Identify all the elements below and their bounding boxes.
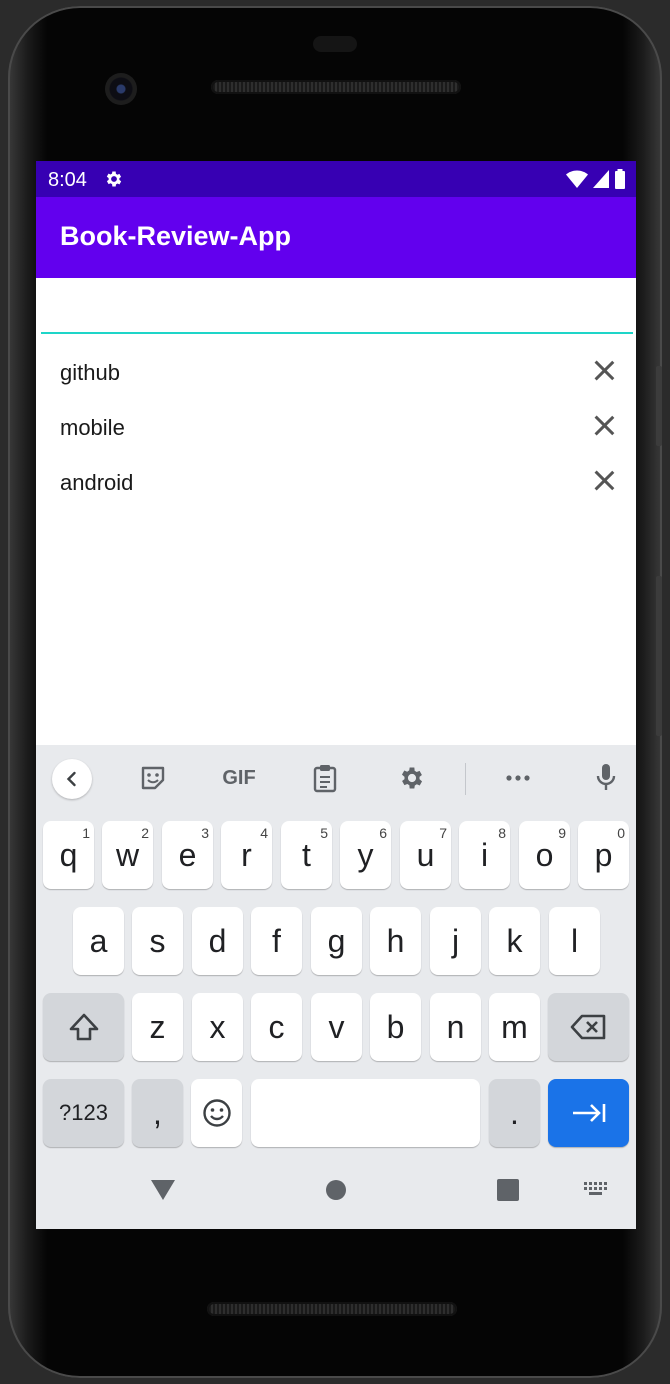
- key-x[interactable]: x: [192, 993, 243, 1061]
- key-b[interactable]: b: [370, 993, 421, 1061]
- symbols-key[interactable]: ?123: [43, 1079, 124, 1147]
- chevron-left-icon[interactable]: [52, 759, 92, 799]
- period-key[interactable]: .: [489, 1079, 540, 1147]
- recents-square-icon[interactable]: [497, 1179, 519, 1201]
- key-n[interactable]: n: [430, 993, 481, 1061]
- bottom-speaker: [207, 1302, 457, 1316]
- space-bar[interactable]: [251, 1079, 480, 1147]
- key-l[interactable]: l: [549, 907, 600, 975]
- back-triangle-icon[interactable]: [150, 1179, 176, 1201]
- status-time: 8:04: [48, 169, 87, 191]
- smiley-icon: [202, 1099, 231, 1127]
- soft-keyboard: GIF 1q 2w 3e 4r 5t 6y 7u 8i 9o 0p a s d …: [36, 745, 636, 1229]
- status-bar: 8:04: [36, 161, 636, 197]
- sticker-icon[interactable]: [136, 761, 170, 795]
- key-o[interactable]: 9o: [519, 821, 570, 889]
- key-y[interactable]: 6y: [340, 821, 391, 889]
- key-h[interactable]: h: [370, 907, 421, 975]
- wifi-icon: [566, 170, 588, 188]
- keyboard-toolbar: GIF: [36, 745, 636, 811]
- top-sensor: [313, 36, 357, 52]
- search-history-list: github mobile android: [36, 345, 636, 510]
- microphone-icon[interactable]: [591, 761, 621, 795]
- key-s[interactable]: s: [132, 907, 183, 975]
- device-screen: 8:04 Book-Review-App github mobile andro…: [36, 161, 636, 1229]
- history-item-mobile[interactable]: mobile: [36, 400, 636, 455]
- delete-close-icon[interactable]: [594, 360, 614, 380]
- history-item-label: android: [60, 470, 134, 495]
- power-button: [656, 576, 662, 736]
- more-options-icon[interactable]: [501, 761, 535, 795]
- backspace-icon: [570, 1014, 605, 1040]
- system-nav-bar: [36, 1159, 636, 1229]
- shift-key[interactable]: [43, 993, 124, 1061]
- key-c[interactable]: c: [251, 993, 302, 1061]
- backspace-key[interactable]: [548, 993, 629, 1061]
- search-input[interactable]: [41, 278, 633, 334]
- key-p[interactable]: 0p: [578, 821, 629, 889]
- key-w[interactable]: 2w: [102, 821, 153, 889]
- key-d[interactable]: d: [192, 907, 243, 975]
- next-action-key[interactable]: [548, 1079, 629, 1147]
- history-item-label: mobile: [60, 415, 125, 440]
- front-camera: [105, 73, 137, 105]
- history-item-label: github: [60, 360, 120, 385]
- toolbar-divider: [465, 763, 466, 795]
- key-k[interactable]: k: [489, 907, 540, 975]
- cell-signal-icon: [593, 170, 609, 188]
- key-z[interactable]: z: [132, 993, 183, 1061]
- key-q[interactable]: 1q: [43, 821, 94, 889]
- key-a[interactable]: a: [73, 907, 124, 975]
- key-e[interactable]: 3e: [162, 821, 213, 889]
- home-circle-icon[interactable]: [325, 1179, 347, 1201]
- settings-gear-icon: [106, 171, 122, 187]
- key-j[interactable]: j: [430, 907, 481, 975]
- key-r[interactable]: 4r: [221, 821, 272, 889]
- key-t[interactable]: 5t: [281, 821, 332, 889]
- key-u[interactable]: 7u: [400, 821, 451, 889]
- key-f[interactable]: f: [251, 907, 302, 975]
- battery-icon: [615, 169, 625, 189]
- history-item-android[interactable]: android: [36, 455, 636, 510]
- key-i[interactable]: 8i: [459, 821, 510, 889]
- volume-button: [656, 366, 662, 446]
- app-title: Book-Review-App: [60, 221, 292, 251]
- emoji-key[interactable]: [191, 1079, 242, 1147]
- key-v[interactable]: v: [311, 993, 362, 1061]
- tab-next-arrow-icon: [572, 1104, 605, 1122]
- comma-key[interactable]: ,: [132, 1079, 183, 1147]
- delete-close-icon[interactable]: [594, 415, 614, 435]
- keyboard-switch-icon[interactable]: [583, 1181, 609, 1197]
- key-m[interactable]: m: [489, 993, 540, 1061]
- delete-close-icon[interactable]: [594, 470, 614, 490]
- app-bar: Book-Review-App: [36, 197, 636, 278]
- history-item-github[interactable]: github: [36, 345, 636, 400]
- key-g[interactable]: g: [311, 907, 362, 975]
- clipboard-icon[interactable]: [308, 761, 342, 795]
- shift-arrow-icon: [69, 1013, 98, 1041]
- gif-button[interactable]: GIF: [216, 761, 262, 795]
- keyboard-settings-gear-icon[interactable]: [395, 761, 429, 795]
- earpiece-speaker: [211, 80, 461, 94]
